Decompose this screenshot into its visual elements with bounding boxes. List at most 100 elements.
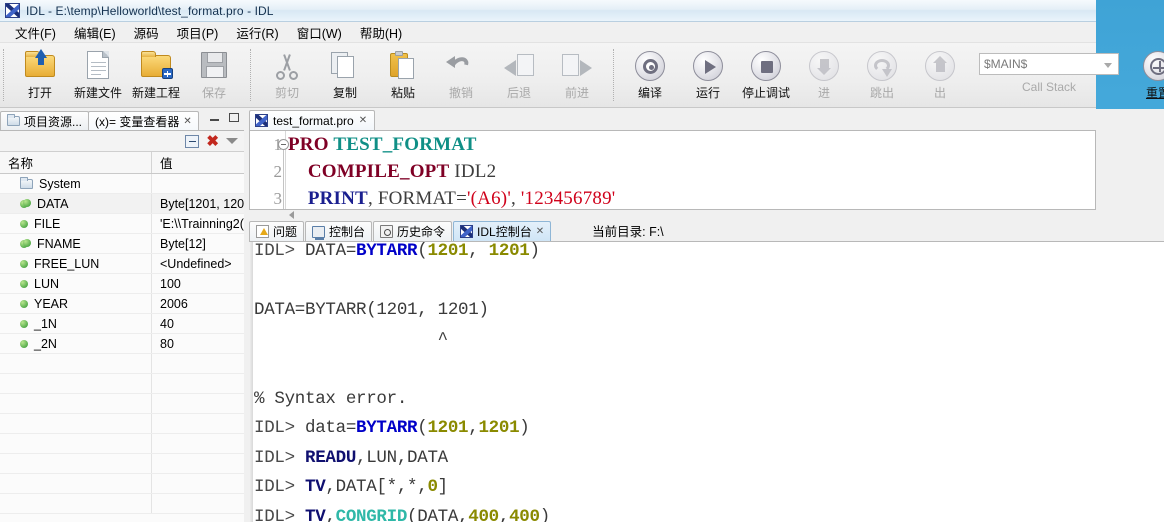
back-button[interactable]: 后退 <box>490 46 548 101</box>
step-over-label: 跳出 <box>869 86 894 100</box>
step-in-icon <box>807 48 841 82</box>
code-token: '123456789' <box>520 188 616 209</box>
copy-icon <box>328 48 362 82</box>
folder-icon <box>20 176 33 189</box>
console-token: TV <box>305 506 326 522</box>
tab-project-explorer[interactable]: 项目资源... <box>0 111 90 130</box>
console-token: ^ <box>254 329 449 350</box>
collapse-all-icon[interactable] <box>185 134 200 148</box>
close-icon[interactable]: ✕ <box>359 115 367 126</box>
table-row-empty <box>0 394 244 414</box>
console-token: , <box>468 241 489 261</box>
new-project-button[interactable]: 新建工程 <box>127 46 185 101</box>
multi-dot-icon <box>20 199 31 208</box>
copy-label: 复制 <box>332 86 357 100</box>
chevron-down-icon[interactable] <box>226 138 238 144</box>
minimize-panel-button[interactable] <box>208 111 222 124</box>
close-icon[interactable]: ✕ <box>183 116 191 127</box>
code-token: , <box>510 188 521 209</box>
panel-window-buttons <box>208 111 241 124</box>
main-toolbar: 打开 新建文件 新建工程 保存 剪切 复制 粘贴 撤销 后退 前进 编译 运行 … <box>0 43 1164 108</box>
close-icon[interactable]: ✕ <box>536 226 544 237</box>
table-row[interactable]: DATA Byte[1201, 120 <box>0 194 244 214</box>
chevron-down-icon <box>1104 63 1112 68</box>
table-row[interactable]: FREE_LUN <Undefined> <box>0 254 244 274</box>
table-row[interactable]: FNAME Byte[12] <box>0 234 244 254</box>
undo-button[interactable]: 撤销 <box>432 46 490 101</box>
save-icon <box>197 48 231 82</box>
problem-icon <box>256 225 269 238</box>
table-row[interactable]: YEAR 2006 <box>0 294 244 314</box>
forward-arrow-icon <box>560 48 594 82</box>
table-row-empty <box>0 374 244 394</box>
step-in-button[interactable]: 进 <box>795 46 853 101</box>
table-row[interactable]: System <box>0 174 244 194</box>
table-row[interactable]: _1N 40 <box>0 314 244 334</box>
console-token: IDL> <box>254 447 306 468</box>
idl-icon <box>460 225 474 238</box>
console-token: , <box>498 506 510 522</box>
tab-console[interactable]: 控制台 <box>305 221 373 241</box>
stop-debug-button[interactable]: 停止调试 <box>737 46 795 101</box>
gear-icon <box>633 48 667 82</box>
tab-idl-console[interactable]: IDL控制台 ✕ <box>453 221 552 241</box>
tab-history[interactable]: 历史命令 <box>373 221 453 241</box>
callstack-dropdown[interactable]: $MAIN$ <box>979 53 1119 75</box>
menu-bar: 文件(F) 编辑(E) 源码 项目(P) 运行(R) 窗口(W) 帮助(H) <box>0 22 1096 43</box>
paste-button[interactable]: 粘贴 <box>374 46 432 101</box>
menu-source[interactable]: 源码 <box>125 21 168 44</box>
console-token: (DATA, <box>407 506 469 522</box>
table-row[interactable]: _2N 80 <box>0 334 244 354</box>
table-row[interactable]: LUN 100 <box>0 274 244 294</box>
compile-label: 编译 <box>637 86 662 100</box>
maximize-panel-button[interactable] <box>227 111 241 124</box>
stop-debug-label: 停止调试 <box>741 86 790 100</box>
code-line: PRO TEST_FORMAT <box>288 131 615 158</box>
tab-project-explorer-label: 项目资源... <box>24 114 83 129</box>
idl-console-output[interactable]: IDL> DATA=BYTARR(1201, 1201) DATA=BYTARR… <box>249 241 1164 522</box>
tab-variable-viewer[interactable]: (x)= 变量查看器 ✕ <box>88 111 199 130</box>
fold-guide-line <box>283 150 284 209</box>
code-editor[interactable]: 1 2 3 PRO TEST_FORMAT COMPILE_OPT IDL2 P… <box>249 130 1096 210</box>
run-button[interactable]: 运行 <box>679 46 737 101</box>
table-row[interactable]: FILE 'E:\\Trainning2( <box>0 214 244 234</box>
folder-icon <box>7 114 20 126</box>
reset-button[interactable]: 重置 <box>1129 46 1164 101</box>
open-button[interactable]: 打开 <box>11 46 69 101</box>
step-out-label: 出 <box>933 86 946 100</box>
call-stack-group: $MAIN$ Call Stack <box>973 53 1125 94</box>
table-row-empty <box>0 434 244 454</box>
console-token: TV <box>305 477 326 497</box>
toolbar-separator <box>3 49 4 101</box>
run-label: 运行 <box>695 86 720 100</box>
menu-window[interactable]: 窗口(W) <box>288 21 351 44</box>
step-over-button[interactable]: 跳出 <box>853 46 911 101</box>
menu-edit[interactable]: 编辑(E) <box>65 21 125 44</box>
back-label: 后退 <box>506 86 531 100</box>
code-token: '(A6)' <box>467 188 511 209</box>
idl-icon <box>255 114 268 127</box>
tab-variable-viewer-label: (x)= 变量查看器 <box>95 114 180 129</box>
console-token: 1201 <box>427 241 469 261</box>
menu-help[interactable]: 帮助(H) <box>351 21 411 44</box>
console-token: , <box>325 506 336 522</box>
menu-run[interactable]: 运行(R) <box>227 21 287 44</box>
editor-horizontal-scrollbar[interactable] <box>286 210 1096 220</box>
variable-viewer-toolbar: ✖ <box>0 130 244 152</box>
menu-file[interactable]: 文件(F) <box>6 21 65 44</box>
tab-test-format-pro[interactable]: test_format.pro ✕ <box>249 110 376 130</box>
copy-button[interactable]: 复制 <box>316 46 374 101</box>
step-out-button[interactable]: 出 <box>911 46 969 101</box>
compile-button[interactable]: 编译 <box>621 46 679 101</box>
reset-icon <box>1141 48 1164 82</box>
save-button[interactable]: 保存 <box>185 46 243 101</box>
cut-button[interactable]: 剪切 <box>258 46 316 101</box>
remove-all-icon[interactable]: ✖ <box>206 134 219 149</box>
console-token: IDL> <box>254 506 306 522</box>
menu-project[interactable]: 项目(P) <box>168 21 228 44</box>
new-file-button[interactable]: 新建文件 <box>69 46 127 101</box>
forward-button[interactable]: 前进 <box>548 46 606 101</box>
stop-icon <box>749 48 783 82</box>
tab-problems[interactable]: 问题 <box>249 221 305 241</box>
variable-name: _1N <box>34 316 57 331</box>
